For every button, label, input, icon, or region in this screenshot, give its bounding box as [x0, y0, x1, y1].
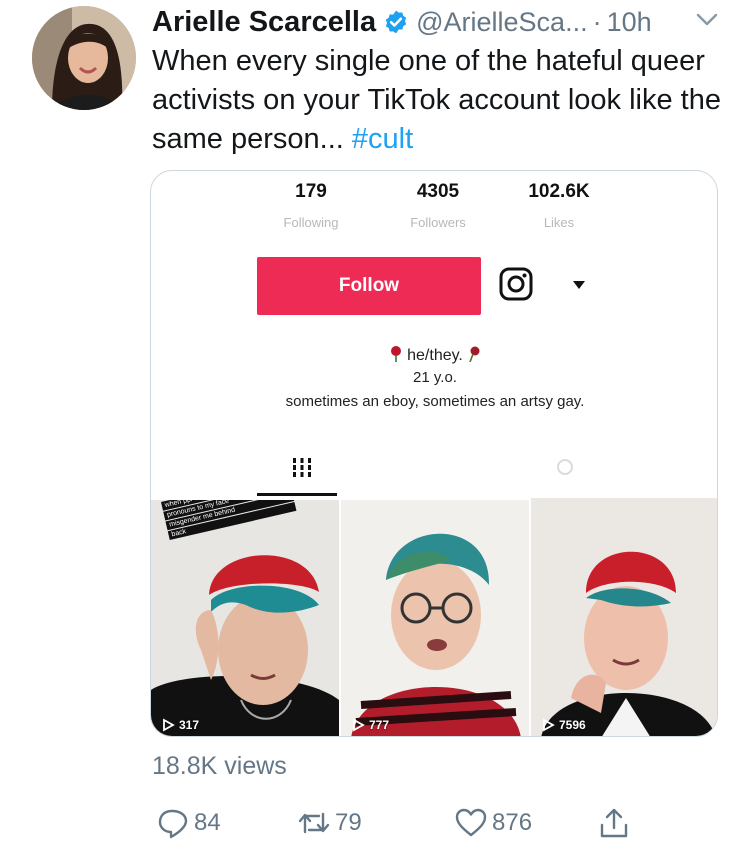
retweet-button[interactable]: 79 [297, 806, 362, 840]
reply-icon [158, 809, 188, 839]
dropdown-arrow-icon [573, 281, 585, 289]
separator-dot: · [592, 6, 602, 37]
retweet-count: 79 [335, 809, 362, 836]
followers-label: Followers [410, 215, 466, 230]
play-count-value: 7596 [559, 718, 586, 732]
chevron-down-icon[interactable] [694, 10, 720, 30]
video-frame-2 [341, 500, 529, 736]
followers-count: 4305 [416, 181, 460, 202]
hashtag-link[interactable]: #cult [352, 123, 413, 155]
following-label: Following [283, 215, 339, 230]
following-count: 179 [295, 181, 327, 202]
bio-pronouns: he/they. [151, 346, 717, 365]
video-frame-3 [531, 498, 717, 736]
video-thumbnail: when ppl use the right pronouns to my fa… [151, 500, 339, 736]
likes-label: Likes [543, 215, 575, 230]
stat-likes: 102.6K Likes [509, 181, 609, 230]
videos-grid-icon [293, 458, 311, 477]
reply-count: 84 [194, 809, 221, 836]
video-play-count: 7596 [541, 718, 586, 732]
instagram-icon [499, 267, 533, 301]
video-thumbnail: 7596 [531, 498, 717, 736]
media-card[interactable]: 179 Following 4305 Followers 102.6K Like… [150, 170, 718, 737]
video-play-count: 317 [161, 718, 199, 732]
verified-badge-icon [385, 10, 407, 34]
follow-button: Follow [257, 257, 481, 315]
like-button[interactable]: 876 [454, 806, 532, 840]
video-play-count: 777 [351, 718, 389, 732]
share-button[interactable] [597, 806, 635, 840]
bio-description: sometimes an eboy, sometimes an artsy ga… [285, 393, 585, 410]
play-count-value: 777 [369, 718, 390, 732]
view-count: 18.8K views [152, 752, 287, 780]
play-icon [543, 718, 555, 732]
retweet-icon [298, 812, 330, 834]
tweet-body: When every single one of the hateful que… [152, 45, 721, 155]
bio-age: 21 y.o. [413, 369, 457, 386]
user-handle[interactable]: @ArielleSca... [416, 7, 587, 38]
display-name[interactable]: Arielle Scarcella [152, 6, 376, 39]
tweet-text: When every single one of the hateful que… [152, 42, 727, 159]
play-icon [353, 718, 365, 732]
avatar[interactable] [32, 6, 136, 110]
play-count-value: 317 [179, 718, 200, 732]
share-icon [600, 808, 628, 838]
tweet-header: Arielle Scarcella @ArielleSca... · 10h [152, 2, 652, 42]
likes-count: 102.6K [528, 181, 590, 202]
tweet-actions: 84 79 876 [0, 806, 750, 846]
stat-followers: 4305 Followers [383, 181, 493, 230]
rose-icon [390, 346, 401, 362]
video-thumbnail: 777 [341, 500, 529, 736]
active-tab-indicator [257, 493, 337, 496]
wilted-rose-icon [469, 346, 480, 362]
like-count: 876 [492, 809, 533, 836]
reply-button[interactable]: 84 [156, 806, 221, 840]
bio-line-1: he/they. [407, 347, 463, 364]
heart-icon [455, 808, 487, 837]
tweet-timestamp[interactable]: 10h [607, 7, 652, 38]
stat-following: 179 Following [261, 181, 361, 230]
avatar-photo [32, 6, 136, 110]
liked-tab-icon [557, 459, 573, 475]
play-icon [163, 718, 175, 732]
